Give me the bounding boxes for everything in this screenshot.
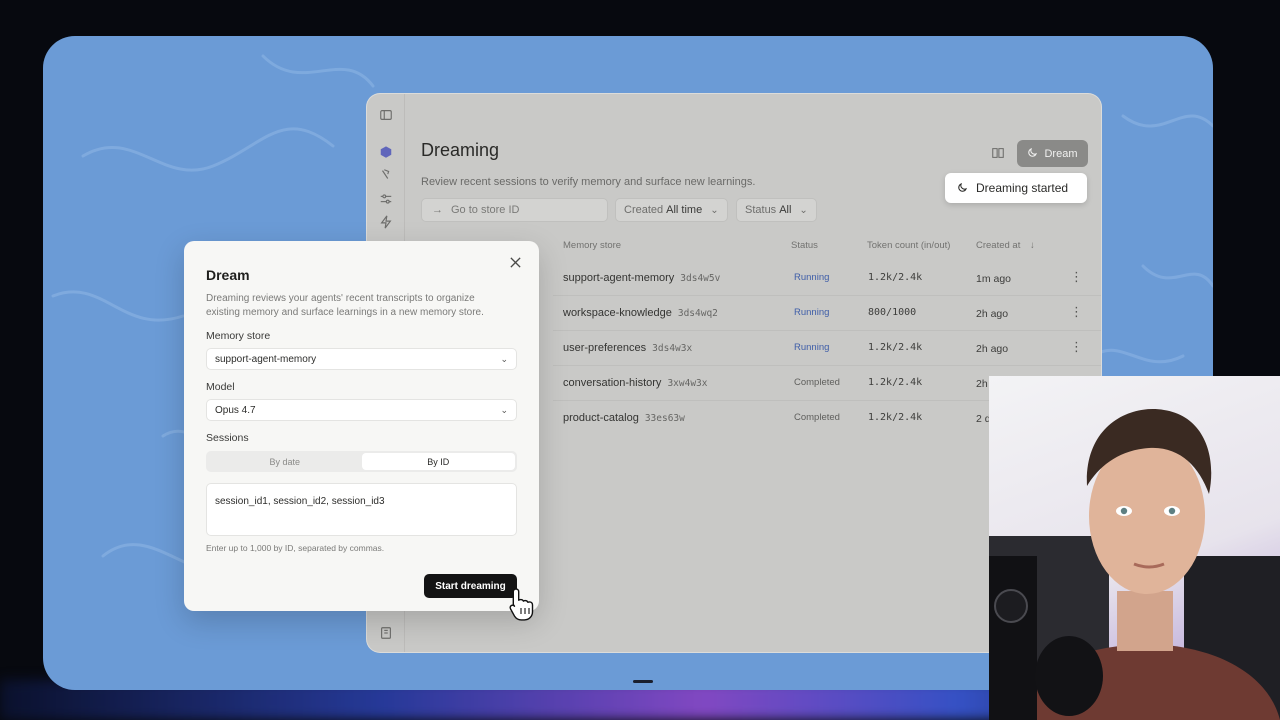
row-token-count: 1.2k/2.4k — [868, 377, 923, 388]
webcam-overlay — [989, 376, 1280, 720]
filter-created[interactable]: Created All time ⌄ — [615, 198, 728, 222]
chevron-down-icon: ⌄ — [710, 204, 719, 216]
row-store-id: 33es63w — [644, 413, 685, 424]
row-store-name: product-catalog — [563, 412, 639, 424]
row-store-id: 3ds4w5v — [680, 273, 721, 284]
hand-pointer-cursor — [509, 588, 534, 621]
moon-icon — [957, 181, 969, 196]
sessions-segmented-control: By date By ID — [206, 451, 517, 472]
more-options-icon[interactable]: ⋮ — [1070, 305, 1083, 318]
tab-by-date[interactable]: By date — [208, 453, 362, 470]
row-store-id: 3xw4w3x — [667, 378, 708, 389]
row-store-name: workspace-knowledge — [563, 307, 672, 319]
table-row[interactable]: workspace-knowledge 3ds4wq2 Running 800/1… — [553, 296, 1101, 331]
moon-icon — [1027, 146, 1039, 161]
close-icon[interactable] — [509, 256, 523, 270]
row-token-count: 1.2k/2.4k — [868, 412, 923, 423]
status-badge: Running — [794, 342, 830, 353]
filter-status-value: All — [779, 204, 792, 216]
sort-down-icon: ↓ — [1030, 240, 1035, 251]
row-created-at: 2h ago — [976, 308, 1009, 320]
column-header-store[interactable]: Memory store — [563, 240, 621, 251]
arrow-right-icon: → — [432, 204, 443, 216]
row-store-id: 3ds4w3x — [652, 343, 693, 354]
toast-text: Dreaming started — [976, 181, 1069, 195]
row-store-name: user-preferences — [563, 342, 647, 354]
model-value: Opus 4.7 — [215, 404, 256, 416]
page-title: Dreaming — [421, 140, 500, 160]
row-token-count: 1.2k/2.4k — [868, 272, 923, 283]
building-icon[interactable] — [378, 625, 394, 641]
home-indicator — [633, 680, 653, 683]
memory-store-select[interactable]: support-agent-memory ⌄ — [206, 348, 517, 370]
status-badge: Completed — [794, 377, 840, 388]
status-badge: Running — [794, 272, 830, 283]
dream-button[interactable]: Dream — [1017, 140, 1088, 167]
column-header-created-label: Created at — [976, 240, 1021, 251]
tool-icon[interactable] — [378, 167, 394, 183]
chevron-down-icon: ⌄ — [799, 204, 808, 216]
sliders-icon[interactable] — [378, 191, 394, 207]
filter-created-name: Created — [624, 204, 664, 216]
dream-dialog: Dream Dreaming reviews your agents' rece… — [184, 241, 539, 611]
table-row[interactable]: user-preferences 3ds4w3x Running 1.2k/2.4… — [553, 331, 1101, 366]
status-badge: Completed — [794, 412, 840, 423]
session-ids-textarea[interactable]: session_id1, session_id2, session_id3 — [206, 483, 517, 536]
dialog-title: Dream — [206, 267, 250, 283]
search-placeholder: Go to store ID — [451, 204, 520, 216]
lightning-icon[interactable] — [378, 214, 394, 230]
docs-icon[interactable] — [991, 146, 1007, 162]
row-store-id: 3ds4wq2 — [677, 308, 718, 319]
model-select[interactable]: Opus 4.7 ⌄ — [206, 399, 517, 421]
filter-status[interactable]: Status All ⌄ — [736, 198, 817, 222]
page-subtitle: Review recent sessions to verify memory … — [421, 176, 756, 188]
filter-created-value: All time — [666, 204, 703, 216]
model-label: Model — [206, 381, 235, 393]
row-token-count: 800/1000 — [868, 307, 917, 318]
more-options-icon[interactable]: ⋮ — [1070, 270, 1083, 283]
memory-store-value: support-agent-memory — [215, 353, 317, 365]
memory-store-label: Memory store — [206, 330, 271, 342]
presenter-video — [989, 409, 1280, 720]
row-store-name: support-agent-memory — [563, 272, 675, 284]
dream-button-label: Dream — [1044, 147, 1078, 160]
chevron-down-icon: ⌄ — [500, 405, 508, 415]
row-created-at: 2h ago — [976, 343, 1009, 355]
filter-status-name: Status — [745, 204, 777, 216]
status-badge: Running — [794, 307, 830, 318]
more-options-icon[interactable]: ⋮ — [1070, 340, 1083, 353]
table-row[interactable]: support-agent-memory 3ds4w5v Running 1.2k… — [553, 261, 1101, 296]
column-header-status[interactable]: Status — [791, 240, 818, 251]
store-id-search-input[interactable]: → Go to store ID — [421, 198, 608, 222]
cube-icon[interactable] — [378, 144, 394, 160]
sidebar-toggle-icon[interactable] — [378, 107, 394, 123]
sessions-label: Sessions — [206, 432, 249, 444]
chevron-down-icon: ⌄ — [500, 354, 508, 364]
row-store-name: conversation-history — [563, 377, 662, 389]
column-header-tokens[interactable]: Token count (in/out) — [867, 240, 950, 251]
tab-by-id[interactable]: By ID — [361, 453, 515, 470]
row-token-count: 1.2k/2.4k — [868, 342, 923, 353]
toast-notification: Dreaming started — [945, 173, 1087, 203]
dialog-description: Dreaming reviews your agents' recent tra… — [206, 293, 484, 318]
column-header-created[interactable]: Created at ↓ — [976, 240, 1035, 251]
row-created-at: 1m ago — [976, 273, 1012, 285]
session-ids-hint: Enter up to 1,000 by ID, separated by co… — [206, 543, 385, 553]
start-dreaming-button[interactable]: Start dreaming — [424, 574, 517, 598]
